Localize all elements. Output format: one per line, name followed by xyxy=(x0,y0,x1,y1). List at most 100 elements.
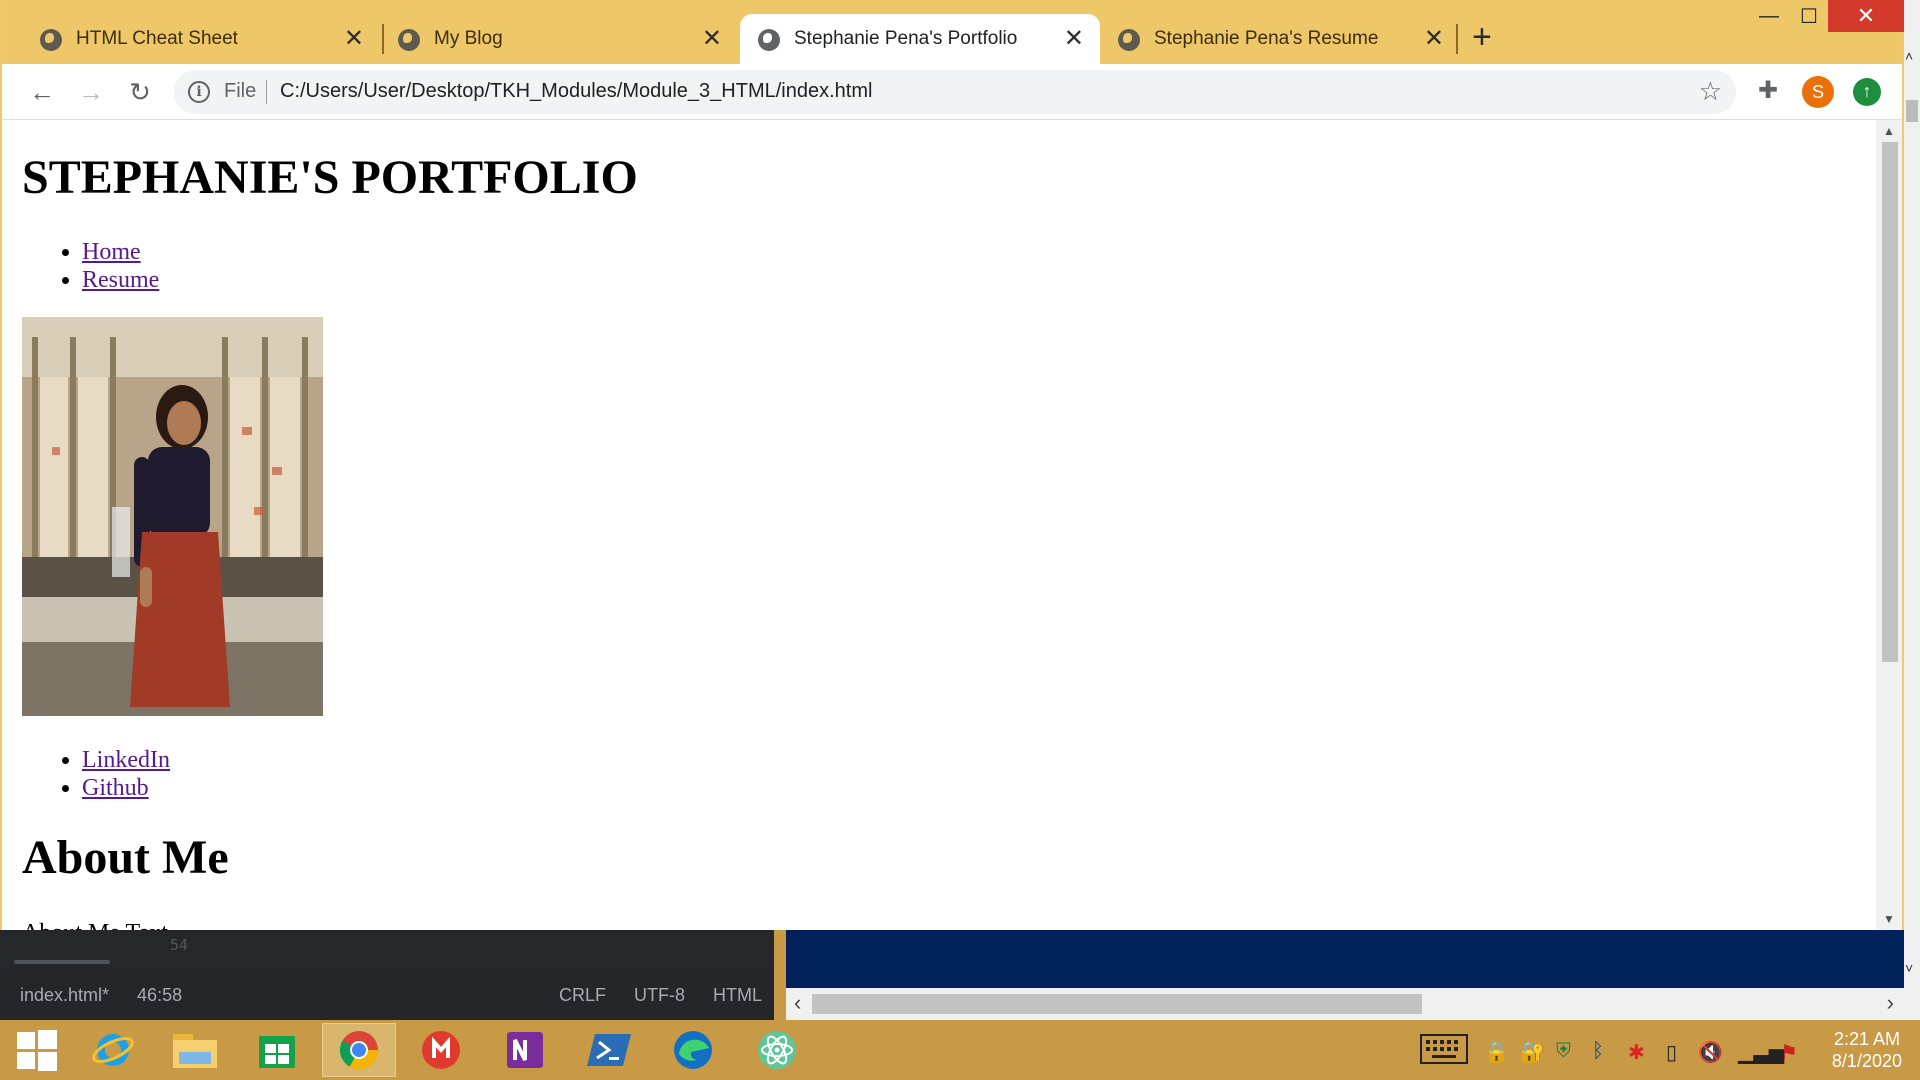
taskbar-internet-explorer[interactable] xyxy=(76,1023,150,1077)
tab-separator xyxy=(1456,24,1458,54)
folder-icon xyxy=(173,1034,217,1068)
editor-tabstrip: 54 xyxy=(0,930,774,970)
lock-icon[interactable]: 🔐 xyxy=(1520,1040,1545,1065)
security-lock-icon[interactable]: 🔒 xyxy=(1484,1040,1509,1065)
browser-window: HTML Cheat Sheet ✕ My Blog ✕ Stephanie P… xyxy=(0,0,1904,930)
social-item: Github xyxy=(82,774,170,802)
scroll-up-icon[interactable]: ˄ xyxy=(1905,48,1913,64)
status-line-ending[interactable]: CRLF xyxy=(559,985,606,1006)
tab-title: HTML Cheat Sheet xyxy=(76,28,238,49)
taskbar-store[interactable] xyxy=(240,1023,314,1077)
scroll-down-icon[interactable]: ˅ xyxy=(1905,960,1913,976)
editor-scroll-thumb[interactable] xyxy=(14,960,110,964)
tab-title: Stephanie Pena's Portfolio xyxy=(794,28,1018,49)
battery-icon[interactable]: ▯ xyxy=(1666,1040,1677,1065)
antivirus-icon[interactable]: ✱ xyxy=(1628,1040,1645,1065)
status-encoding[interactable]: UTF-8 xyxy=(634,985,685,1006)
keyboard-glyph xyxy=(1420,1034,1468,1064)
shield-icon[interactable]: ⛨ xyxy=(1556,1040,1571,1063)
about-text: About Me Text xyxy=(22,920,168,930)
nav-item: Home xyxy=(82,238,159,266)
tab-html-cheat-sheet[interactable]: HTML Cheat Sheet ✕ xyxy=(2,14,380,64)
forward-button[interactable]: → xyxy=(75,76,107,108)
horizontal-scrollbar[interactable]: ‹ › xyxy=(786,988,1904,1020)
close-tab-icon[interactable]: ✕ xyxy=(1424,24,1444,53)
taskbar-file-explorer[interactable] xyxy=(158,1023,232,1077)
taskbar-chrome[interactable] xyxy=(322,1023,396,1077)
taskbar-powershell[interactable] xyxy=(572,1023,646,1077)
background-scroll-thumb[interactable] xyxy=(1906,100,1918,122)
tab-bar: HTML Cheat Sheet ✕ My Blog ✕ Stephanie P… xyxy=(2,0,1904,64)
status-grammar[interactable]: HTML xyxy=(713,985,762,1006)
horizontal-scroll-thumb[interactable] xyxy=(812,994,1422,1014)
background-window: ‹ › xyxy=(786,930,1904,1020)
url-divider xyxy=(266,80,267,104)
scroll-down-arrow-icon[interactable]: ▼ xyxy=(1883,912,1895,926)
close-tab-icon[interactable]: ✕ xyxy=(702,24,722,53)
edge-icon xyxy=(674,1031,712,1069)
scroll-up-arrow-icon[interactable]: ▲ xyxy=(1883,124,1895,138)
bluetooth-icon[interactable]: ᛒ xyxy=(1592,1040,1604,1063)
taskbar-onenote[interactable] xyxy=(488,1023,562,1077)
red-app-icon xyxy=(422,1031,460,1069)
touch-keyboard-icon[interactable] xyxy=(1420,1034,1468,1070)
status-file-name[interactable]: index.html* xyxy=(20,985,109,1006)
tab-title: Stephanie Pena's Resume xyxy=(1154,28,1379,49)
onenote-icon xyxy=(507,1032,543,1068)
new-tab-button[interactable]: + xyxy=(1472,20,1492,54)
background-window-banner xyxy=(786,930,1904,988)
nav-link-resume[interactable]: Resume xyxy=(82,267,159,293)
address-bar[interactable]: i File C:/Users/User/Desktop/TKH_Modules… xyxy=(174,70,1736,114)
page-vertical-scrollbar[interactable]: ▲ ▼ xyxy=(1876,120,1902,930)
start-button[interactable] xyxy=(0,1023,74,1077)
system-clock[interactable]: 2:21 AM 8/1/2020 xyxy=(1832,1028,1902,1072)
speaker-muted-icon[interactable]: 🔇 xyxy=(1698,1040,1723,1065)
nav-item: Resume xyxy=(82,266,159,294)
internet-explorer-icon xyxy=(92,1034,134,1066)
powershell-icon xyxy=(587,1034,631,1066)
url-scheme-label: File xyxy=(224,80,257,102)
portrait-photo xyxy=(22,317,323,716)
clock-date: 8/1/2020 xyxy=(1831,1051,1902,1071)
page-scroll-thumb[interactable] xyxy=(1882,142,1898,662)
github-link[interactable]: Github xyxy=(82,775,149,801)
update-icon[interactable]: ↑ xyxy=(1853,78,1881,106)
globe-icon xyxy=(398,29,420,51)
taskbar-atom[interactable] xyxy=(740,1023,814,1077)
extensions-icon[interactable]: ✚ xyxy=(1758,76,1778,105)
action-center-flag-icon[interactable]: ⚑ xyxy=(1780,1040,1798,1065)
scroll-right-icon[interactable]: › xyxy=(1887,990,1894,1016)
back-button[interactable]: ← xyxy=(26,76,58,108)
store-icon xyxy=(259,1036,295,1068)
taskbar-app-red[interactable] xyxy=(404,1023,478,1077)
nav-link-home[interactable]: Home xyxy=(82,239,141,265)
page-title: STEPHANIE'S PORTFOLIO xyxy=(22,151,638,204)
about-heading: About Me xyxy=(22,831,229,884)
page-viewport: STEPHANIE'S PORTFOLIO Home Resume xyxy=(2,120,1878,930)
tab-resume[interactable]: Stephanie Pena's Resume ✕ xyxy=(1080,14,1460,64)
url-text[interactable]: C:/Users/User/Desktop/TKH_Modules/Module… xyxy=(280,80,872,103)
social-links-list: LinkedIn Github xyxy=(82,746,170,802)
tab-my-blog[interactable]: My Blog ✕ xyxy=(360,14,738,64)
background-vertical-scrollbar[interactable]: ˄ ˅ xyxy=(1904,0,1920,1020)
windows-taskbar: 🔒 🔐 ⛨ ᛒ ✱ ▯ 🔇 ▁▃▅ ⚑ 2:21 AM 8/1/2020 xyxy=(0,1020,1920,1080)
clock-time: 2:21 AM xyxy=(1833,1029,1900,1049)
globe-icon xyxy=(758,29,780,51)
linkedin-link[interactable]: LinkedIn xyxy=(82,747,170,773)
taskbar-edge[interactable] xyxy=(656,1023,730,1077)
site-info-icon[interactable]: i xyxy=(188,81,210,103)
profile-avatar[interactable]: S xyxy=(1802,76,1834,108)
editor-status-bar: index.html* 46:58 CRLF UTF-8 HTML xyxy=(0,970,774,1020)
nav-list: Home Resume xyxy=(82,238,159,294)
reload-button[interactable]: ↻ xyxy=(124,76,156,108)
scroll-left-icon[interactable]: ‹ xyxy=(794,990,801,1016)
background-editor: 54 index.html* 46:58 CRLF UTF-8 HTML xyxy=(0,930,780,1020)
globe-icon xyxy=(1118,29,1140,51)
status-cursor-position[interactable]: 46:58 xyxy=(137,985,182,1006)
bookmark-star-icon[interactable]: ☆ xyxy=(1699,76,1722,107)
chrome-icon xyxy=(339,1031,379,1070)
globe-icon xyxy=(40,29,62,51)
close-window-button[interactable]: ✕ xyxy=(1828,0,1904,32)
tab-portfolio[interactable]: Stephanie Pena's Portfolio ✕ xyxy=(740,14,1100,64)
network-signal-icon[interactable]: ▁▃▅ xyxy=(1738,1040,1784,1065)
